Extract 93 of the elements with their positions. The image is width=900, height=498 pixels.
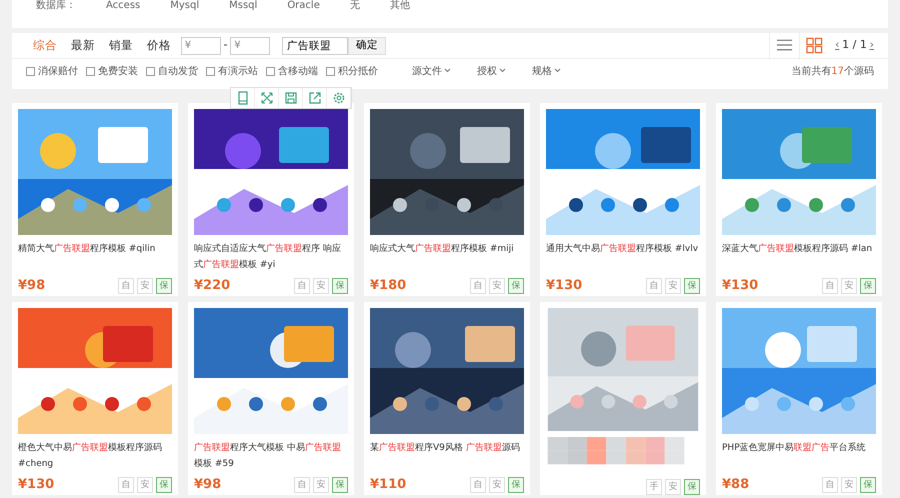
feature-tag: 自: [646, 278, 662, 294]
feature-tag: 安: [489, 476, 505, 493]
feature-tag: 自: [294, 476, 310, 493]
prev-page-button[interactable]: ‹: [834, 37, 840, 54]
feature-tag: 自: [118, 476, 134, 493]
checkbox-option[interactable]: 消保赔付: [26, 64, 78, 78]
product-title[interactable]: 精简大气广告联盟程序模板 #qilin: [18, 241, 172, 274]
feature-tag: 自: [822, 476, 838, 493]
sort-tab[interactable]: 价格: [140, 36, 178, 54]
feature-tag: 安: [137, 278, 153, 294]
filter-option[interactable]: Mssql: [229, 0, 258, 11]
range-separator: -: [224, 37, 228, 54]
feature-tag: 手: [646, 479, 662, 495]
feature-tag: 安: [489, 278, 505, 294]
feature-tag: 自: [294, 278, 310, 294]
guarantee-tag: 保: [508, 278, 524, 294]
product-card[interactable]: 广告联盟程序大气模板 中易广告联盟 模板 #59 ¥98 自 安 保: [188, 302, 354, 495]
product-title[interactable]: 通用大气中易广告联盟程序模板 #lvlv: [546, 241, 700, 274]
feature-tag: 安: [665, 479, 681, 495]
product-price: ¥98: [18, 277, 46, 295]
feature-tag: 安: [841, 278, 857, 294]
product-price: ¥130: [546, 277, 582, 295]
guarantee-tag: 保: [684, 278, 700, 294]
guarantee-tag: 保: [332, 476, 348, 493]
product-price: ¥130: [18, 476, 54, 494]
filter-option[interactable]: 无: [350, 0, 360, 11]
feature-tag: 安: [137, 476, 153, 493]
product-title[interactable]: 橙色大气中易广告联盟模板程序源码 #cheng: [18, 440, 172, 473]
product-price: ¥220: [194, 277, 230, 295]
filter-option[interactable]: 其他: [390, 0, 410, 11]
filter-option[interactable]: Mysql: [170, 0, 200, 11]
expand-icon: [260, 91, 274, 105]
product-price: ¥110: [370, 476, 406, 494]
floppy-icon: [284, 91, 298, 105]
feature-tag: 自: [470, 476, 486, 493]
page-indicator: 1 / 1: [842, 37, 867, 54]
product-price: ¥130: [722, 277, 758, 295]
product-title[interactable]: 某广告联盟程序V9风格 广告联盟源码: [370, 440, 524, 473]
feature-tag: 自: [118, 278, 134, 294]
product-title[interactable]: 响应式大气广告联盟程序模板 #miji: [370, 241, 524, 274]
next-page-button[interactable]: ›: [870, 37, 874, 54]
product-card[interactable]: PHP蓝色宽屏中易联盟广告平台系统 ¥88 自 安 保: [716, 302, 882, 495]
guarantee-tag: 保: [860, 476, 876, 493]
product-card[interactable]: 通用大气中易广告联盟程序模板 #lvlv ¥130 自 安 保: [540, 103, 706, 296]
sort-tab[interactable]: 最新: [64, 36, 102, 54]
product-title[interactable]: 响应式自适应大气广告联盟程序 响应式广告联盟模板 #yi: [194, 241, 348, 274]
sort-tab[interactable]: 销量: [102, 36, 140, 54]
product-card[interactable]: 某广告联盟程序V9风格 广告联盟源码 ¥110 自 安 保: [364, 302, 530, 495]
filter-option[interactable]: Oracle: [287, 0, 320, 11]
feature-tag: 安: [841, 476, 857, 493]
guarantee-tag: 保: [156, 476, 172, 493]
caret-icon: [444, 68, 451, 74]
product-card[interactable]: 橙色大气中易广告联盟模板程序源码 #cheng ¥130 自 安 保: [12, 302, 178, 495]
grid-icon: [806, 37, 824, 54]
feature-tag: 自: [822, 278, 838, 294]
price-max-field[interactable]: ¥: [230, 36, 270, 54]
guarantee-tag: 保: [508, 476, 524, 493]
filter-dropdown[interactable]: 源文件: [412, 64, 451, 78]
result-count: 当前共有17个源码: [791, 64, 874, 78]
checkbox-option[interactable]: 有演示站: [206, 64, 258, 78]
guarantee-tag: 保: [684, 479, 700, 495]
filter-dropdown[interactable]: 规格: [532, 64, 561, 78]
guarantee-tag: 保: [156, 278, 172, 294]
caret-icon: [554, 68, 561, 74]
guarantee-tag: 保: [332, 278, 348, 294]
feature-tag: 安: [665, 278, 681, 294]
product-price: ¥88: [722, 476, 750, 494]
guarantee-tag: 保: [860, 278, 876, 294]
tablet-icon: [236, 91, 250, 105]
feature-tag: 安: [313, 476, 329, 493]
product-title[interactable]: 深蓝大气广告联盟模板程序源码 #lan: [722, 241, 876, 274]
product-title[interactable]: 广告联盟程序大气模板 中易广告联盟 模板 #59: [194, 440, 348, 473]
product-card[interactable]: 响应式自适应大气广告联盟程序 响应式广告联盟模板 #yi ¥220 自 安 保: [188, 103, 354, 296]
keyword-field[interactable]: 广告联盟: [282, 36, 348, 54]
checkbox-option[interactable]: 积分抵价: [326, 64, 378, 78]
product-card[interactable]: 精简大气广告联盟程序模板 #qilin ¥98 自 安 保: [12, 103, 178, 296]
price-min-field[interactable]: ¥: [180, 36, 221, 54]
product-card[interactable]: 深蓝大气广告联盟模板程序源码 #lan ¥130 自 安 保: [716, 103, 882, 296]
product-card[interactable]: 响应式大气广告联盟程序模板 #miji ¥180 自 安 保: [364, 103, 530, 296]
share-icon: [308, 91, 322, 105]
product-price: ¥98: [194, 476, 222, 494]
checkbox-option[interactable]: 免费安装: [86, 64, 138, 78]
confirm-button[interactable]: 确定: [348, 36, 386, 54]
feature-tag: 自: [470, 278, 486, 294]
feature-tag: 安: [313, 278, 329, 294]
filter-dropdown[interactable]: 授权: [477, 64, 506, 78]
checkbox-option[interactable]: 自动发货: [146, 64, 198, 78]
caret-icon: [499, 68, 506, 74]
filter-option[interactable]: Access: [106, 0, 140, 11]
settings-icon: [332, 91, 346, 105]
checkbox-option[interactable]: 含移动端: [266, 64, 318, 78]
product-price: ¥180: [370, 277, 406, 295]
product-title[interactable]: PHP蓝色宽屏中易联盟广告平台系统: [722, 440, 876, 473]
